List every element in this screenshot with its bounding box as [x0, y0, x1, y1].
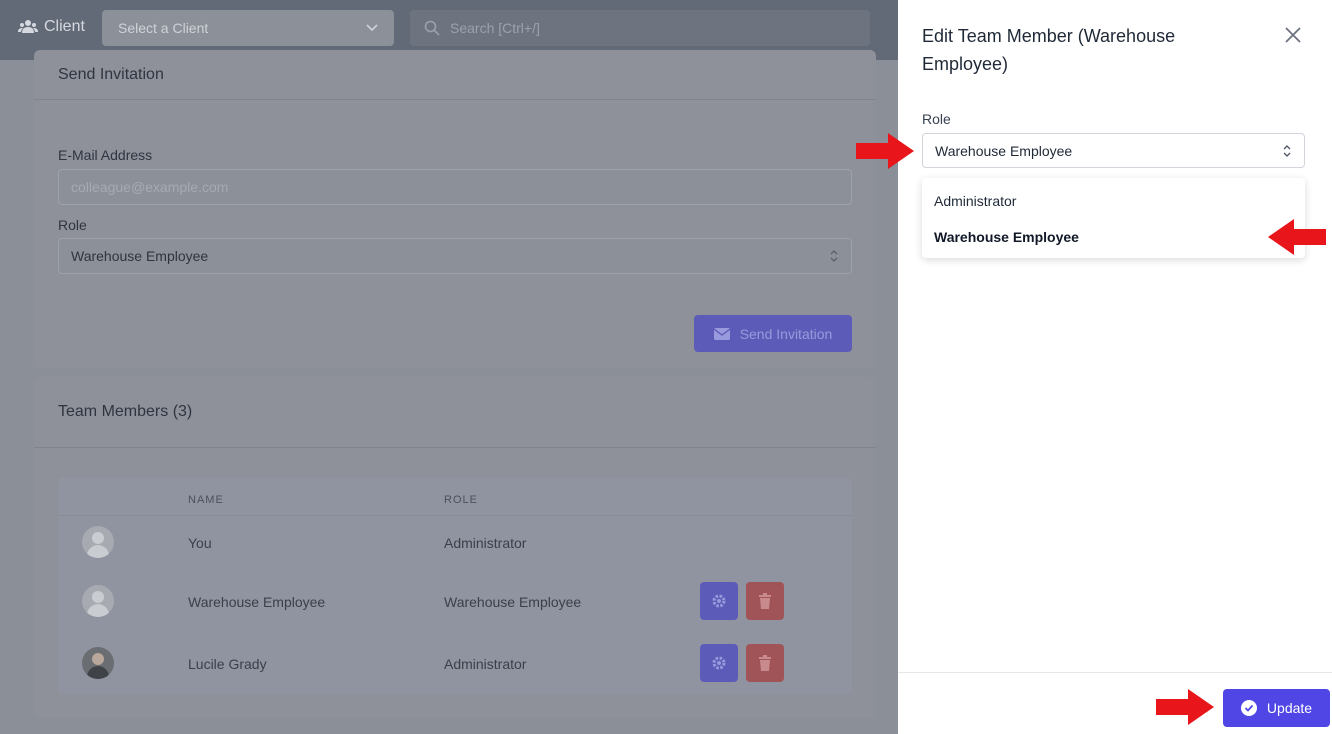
avatar — [82, 526, 114, 558]
search-icon — [424, 20, 440, 36]
gear-icon — [712, 656, 726, 670]
role-option-warehouse-employee[interactable]: Warehouse Employee — [934, 229, 1079, 245]
users-icon — [18, 20, 38, 33]
member-role: Warehouse Employee — [444, 594, 582, 610]
panel-role-label: Role — [922, 111, 951, 127]
client-label: Client — [44, 18, 85, 35]
update-button[interactable]: Update — [1223, 689, 1330, 727]
client-select[interactable]: Select a Client — [102, 10, 394, 46]
role-label: Role — [58, 217, 87, 233]
column-header-role: ROLE — [444, 494, 478, 506]
member-name: You — [188, 535, 212, 551]
team-card: Team Members (3) NAME ROLE You Administr… — [34, 377, 876, 718]
panel-role-value: Warehouse Employee — [935, 142, 1073, 159]
panel-title: Edit Team Member (Warehouse Employee) — [922, 26, 1176, 74]
invitation-card: Send Invitation E-Mail Address colleague… — [34, 50, 876, 368]
column-header-name: NAME — [188, 494, 224, 506]
search-placeholder: Search [Ctrl+/] — [450, 20, 540, 36]
member-role: Administrator — [444, 535, 527, 551]
email-label: E-Mail Address — [58, 147, 153, 163]
delete-member-button[interactable] — [746, 644, 784, 682]
envelope-icon — [713, 327, 730, 340]
email-field[interactable]: colleague@example.com — [58, 169, 852, 205]
trash-icon — [759, 655, 771, 671]
updown-chevron-icon — [830, 250, 838, 262]
client-nav[interactable]: Client — [18, 18, 85, 36]
close-icon — [1285, 27, 1301, 43]
gear-icon — [712, 594, 726, 608]
avatar — [82, 647, 114, 679]
avatar — [82, 585, 114, 617]
close-panel-button[interactable] — [1282, 24, 1304, 46]
member-name: Lucile Grady — [188, 656, 267, 672]
email-placeholder: colleague@example.com — [71, 179, 229, 195]
send-invitation-label: Send Invitation — [739, 325, 833, 342]
trash-icon — [759, 593, 771, 609]
edit-member-panel: Edit Team Member (Warehouse Employee) Ro… — [898, 0, 1332, 734]
invitation-role-select[interactable]: Warehouse Employee — [58, 238, 852, 274]
invitation-title: Send Invitation — [34, 50, 876, 100]
edit-member-button[interactable] — [700, 582, 738, 620]
check-circle-icon — [1240, 700, 1257, 716]
panel-footer-divider — [898, 672, 1332, 673]
arrow-right-icon — [1156, 689, 1214, 725]
delete-member-button[interactable] — [746, 582, 784, 620]
edit-member-button[interactable] — [700, 644, 738, 682]
panel-role-select[interactable]: Warehouse Employee — [922, 133, 1305, 168]
member-name: Warehouse Employee — [188, 594, 326, 610]
member-role: Administrator — [444, 656, 527, 672]
send-invitation-button[interactable]: Send Invitation — [694, 315, 852, 352]
team-title: Team Members (3) — [34, 377, 876, 448]
team-table: NAME ROLE You Administrator Warehouse Em… — [58, 478, 852, 694]
client-select-placeholder: Select a Client — [118, 20, 209, 36]
role-dropdown: Administrator Warehouse Employee — [922, 178, 1305, 258]
updown-chevron-icon — [1283, 144, 1291, 157]
invitation-role-value: Warehouse Employee — [71, 248, 209, 264]
search-input[interactable]: Search [Ctrl+/] — [410, 10, 870, 46]
role-option-administrator[interactable]: Administrator — [934, 193, 1016, 209]
header-divider — [58, 515, 852, 516]
chevron-down-icon — [366, 24, 378, 32]
arrow-right-icon — [856, 133, 914, 169]
arrow-left-icon — [1268, 219, 1326, 255]
update-label: Update — [1266, 700, 1313, 716]
